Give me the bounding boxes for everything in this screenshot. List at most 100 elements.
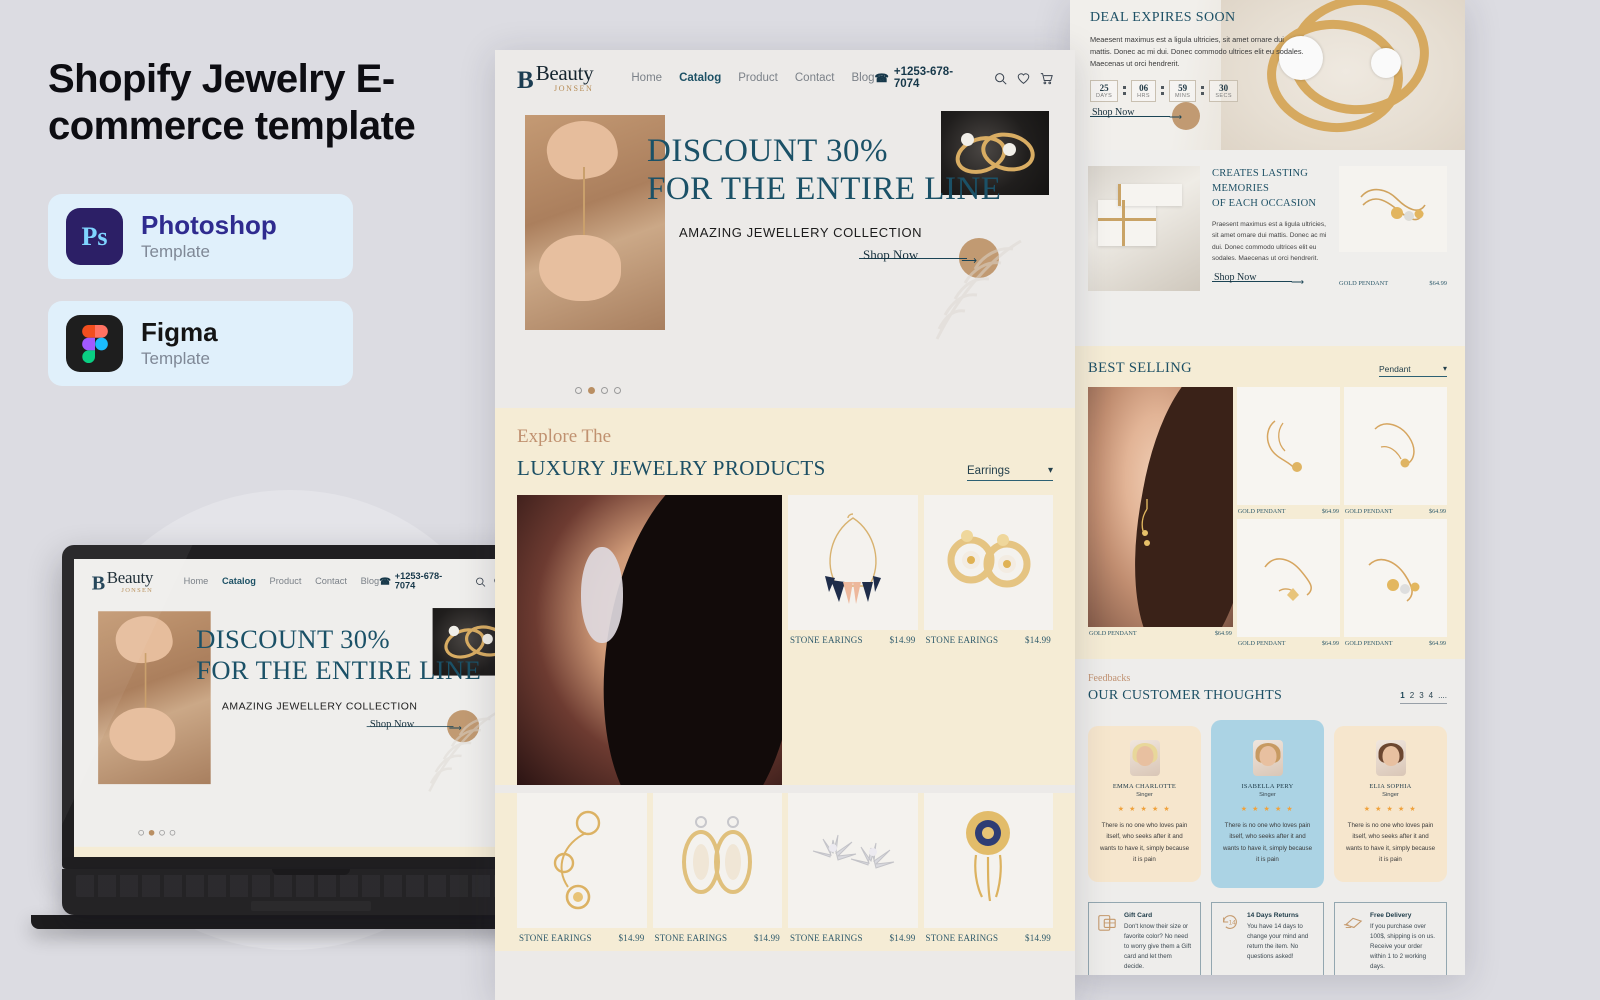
laptop-header-phone[interactable]: ☎ +1253-678-7074 [379,572,456,591]
laptop-mockup: B Beauty JONSEN Home Catalog Product Con… [31,545,591,929]
countdown-hrs-value: 06 [1139,82,1149,93]
best-selling-card[interactable]: GOLD PENDANT $64.99 [1236,387,1340,515]
product-name: STONE EARINGS [790,634,863,645]
testimonial-card[interactable]: EMMA CHARLOTTE Singer ★ ★ ★ ★ ★ There is… [1088,726,1201,882]
badge-photoshop[interactable]: Ps Photoshop Template [48,194,353,280]
product-grid-row2: STONE EARINGS $14.99 STONE EARINGS $14.9… [495,792,1075,951]
carousel-dot-2[interactable] [588,386,595,394]
hero-model-image [525,114,665,330]
hero-subtitle: AMAZING JEWELLERY COLLECTION [679,224,923,240]
carousel-dot-4[interactable] [614,386,621,394]
best-selling-card[interactable]: GOLD PENDANT $64.99 [1343,387,1447,515]
search-icon[interactable] [475,577,486,587]
page-more[interactable]: .... [1438,691,1447,700]
testimonial-text: There is no one who loves pain itself, w… [1222,822,1313,864]
best-selling-filter-dropdown[interactable]: Pendant ▾ [1379,364,1447,377]
product-price: $64.99 [1321,508,1339,515]
page-2[interactable]: 2 [1410,691,1414,700]
carousel-dot-1[interactable] [138,829,144,836]
nav-home[interactable]: Home [184,577,209,587]
laptop-hero-shop-now-button[interactable]: Shop Now ⟶ [366,710,480,743]
nav-blog[interactable]: Blog [852,72,875,84]
memories-shop-now-button[interactable]: Shop Now ⟶ [1212,266,1322,295]
explore-filter-dropdown[interactable]: Earrings ▾ [967,465,1053,481]
best-selling-card[interactable]: GOLD PENDANT $64.99 [1236,519,1340,647]
carousel-dot-2[interactable] [148,829,155,836]
testimonial-card[interactable]: ISABELLA PERY Singer ★ ★ ★ ★ ★ There is … [1211,720,1324,888]
memories-heading-line2: OF EACH OCCASION [1212,198,1317,210]
nav-product[interactable]: Product [738,72,778,84]
phone-number: +1253-678-7074 [893,66,954,91]
product-image [1343,519,1447,637]
promo-title: Shopify Jewelry E-commerce template [48,57,416,149]
nav-catalog[interactable]: Catalog [222,577,256,587]
product-name: GOLD PENDANT [1237,640,1286,647]
best-selling-grid: GOLD PENDANT $64.99 GOLD PENDANT $64.99 … [1088,387,1447,647]
best-selling-hero-image [1088,387,1233,627]
nav-contact[interactable]: Contact [315,577,347,587]
nav-contact[interactable]: Contact [795,72,835,84]
laptop-site-logo[interactable]: B Beauty JONSEN [92,569,154,594]
product-card[interactable]: STONE EARINGS $14.99 [788,494,918,785]
product-name: GOLD PENDANT [1237,508,1286,515]
badge-figma[interactable]: Figma Template [48,301,353,387]
countdown-secs-unit: SECS [1215,92,1232,99]
feature-title: Gift Card [1124,911,1153,919]
product-card[interactable]: STONE EARINGS $14.99 [923,792,1053,951]
cart-icon[interactable] [1040,72,1053,85]
product-card[interactable]: STONE EARINGS $14.99 [517,792,647,951]
nav-catalog[interactable]: Catalog [679,72,721,84]
best-selling-hero-card[interactable]: GOLD PENDANT $64.99 [1088,387,1233,647]
testimonial-role: Singer [1382,792,1399,798]
carousel-dot-3[interactable] [601,386,608,394]
testimonial-card[interactable]: ELIA SOPHIA Singer ★ ★ ★ ★ ★ There is no… [1334,726,1447,882]
site-logo[interactable]: B Beauty JONSEN [517,63,594,94]
feedback-pagination[interactable]: 1 2 3 4 .... [1400,691,1447,704]
nav-product[interactable]: Product [270,577,302,587]
memories-product-card[interactable]: GOLD PENDANT $64.99 [1339,166,1447,287]
feature-text: Don't know their size or favorite color?… [1124,922,1192,971]
product-price: $14.99 [889,932,916,943]
countdown-days: 25 DAYS [1090,79,1119,102]
nav-blog[interactable]: Blog [361,577,380,587]
product-card[interactable]: STONE EARINGS $14.99 [788,792,918,951]
hero-cta-label: Shop Now [369,717,415,730]
header-phone[interactable]: ☎ +1253-678-7074 [875,66,970,90]
product-card[interactable]: STONE EARINGS $14.99 [923,494,1053,785]
laptop-carousel-dots[interactable] [138,829,176,836]
deal-shop-now-button[interactable]: Shop Now ⟶ [1090,101,1200,130]
hero-line1: DISCOUNT 30% [647,132,888,169]
page-3[interactable]: 3 [1419,691,1423,700]
countdown-secs: 30 SECS [1209,79,1238,102]
phone-icon: ☎ [379,577,391,588]
laptop-screen: B Beauty JONSEN Home Catalog Product Con… [74,559,548,857]
badge-figma-name: Figma [141,317,218,348]
product-name: STONE EARINGS [790,932,863,943]
hero-subtitle: AMAZING JEWELLERY COLLECTION [221,699,418,712]
carousel-dot-3[interactable] [159,829,165,836]
laptop-hero-text: DISCOUNT 30% FOR THE ENTIRE LINE AMAZING… [196,626,518,743]
product-card[interactable]: STONE EARINGS $14.99 [652,792,782,951]
feedback-eyebrow: Feedbacks [1088,673,1131,684]
page-1[interactable]: 1 [1400,691,1404,700]
feature-product-card[interactable] [517,494,782,785]
search-icon[interactable] [994,72,1007,85]
carousel-dot-4[interactable] [169,829,176,836]
laptop-keyboard [76,875,546,897]
avatar [1252,740,1283,776]
explore-heading: LUXURY JEWELRY PRODUCTS [517,455,826,480]
nav-home[interactable]: Home [631,72,662,84]
carousel-dot-1[interactable] [575,386,582,394]
heart-icon[interactable] [1017,72,1030,85]
gift-box-image [1088,166,1200,291]
carousel-dots[interactable] [575,386,621,394]
page-4[interactable]: 4 [1429,691,1433,700]
hero-shop-now-button[interactable]: Shop Now ⟶ [859,237,999,278]
figma-icon [66,315,123,373]
delivery-icon [1343,912,1363,972]
best-selling-card[interactable]: GOLD PENDANT $64.99 [1343,519,1447,647]
explore-filter-value: Earrings [967,464,1010,477]
product-image [788,792,918,928]
rating-stars: ★ ★ ★ ★ ★ [1240,806,1295,813]
badge-photoshop-sub: Template [141,241,210,261]
